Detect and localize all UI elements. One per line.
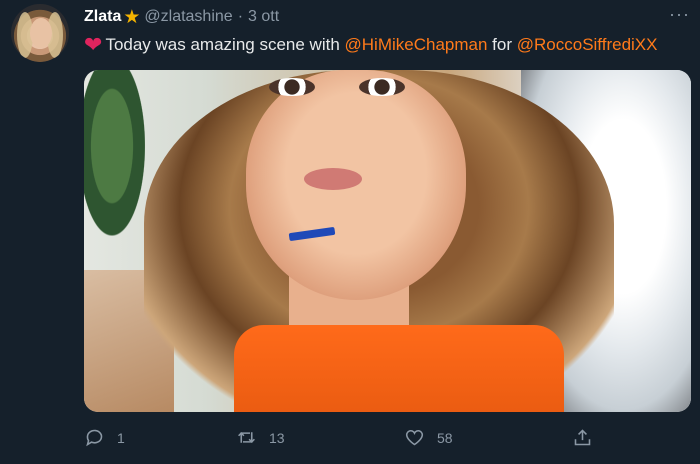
photo-top <box>234 325 564 412</box>
heart-icon <box>405 429 424 446</box>
tweet-header: Zlata ★ @zlatashine · 3 ott <box>84 7 279 27</box>
separator-dot: · <box>237 8 244 25</box>
author-handle[interactable]: @zlatashine <box>144 8 232 26</box>
mention-link[interactable]: @RoccoSiffrediXX <box>517 35 658 55</box>
tweet-text-part: for <box>492 35 513 54</box>
tweet-timestamp[interactable]: 3 ott <box>248 8 279 26</box>
like-button[interactable]: 58 <box>404 427 453 448</box>
reply-count: 1 <box>117 429 125 446</box>
author-name[interactable]: Zlata <box>84 8 121 26</box>
photo-eye <box>359 78 405 96</box>
tweet: Zlata ★ @zlatashine · 3 ott ··· ❤ Today … <box>0 0 700 464</box>
avatar-face <box>30 18 52 48</box>
retweet-icon <box>238 432 255 443</box>
tweet-actions: 1 13 58 <box>84 427 694 451</box>
tweet-text-part: Today was amazing scene with <box>105 35 340 54</box>
share-button[interactable] <box>572 427 605 448</box>
photo-eye <box>269 78 315 96</box>
retweet-count: 13 <box>269 429 285 446</box>
share-icon <box>574 429 591 446</box>
red-heart-icon: ❤ <box>84 32 103 57</box>
reply-button[interactable]: 1 <box>84 427 125 448</box>
star-icon: ★ <box>123 6 141 28</box>
avatar[interactable] <box>11 4 69 62</box>
reply-icon <box>86 429 103 447</box>
tweet-text: ❤ Today was amazing scene with @HiMikeCh… <box>84 34 657 56</box>
mention-link[interactable]: @HiMikeChapman <box>345 35 488 55</box>
photo-lips <box>304 168 362 190</box>
retweet-button[interactable]: 13 <box>236 427 285 448</box>
like-count: 58 <box>437 429 453 446</box>
tweet-photo[interactable] <box>84 70 691 412</box>
more-options-icon[interactable]: ··· <box>669 5 690 23</box>
